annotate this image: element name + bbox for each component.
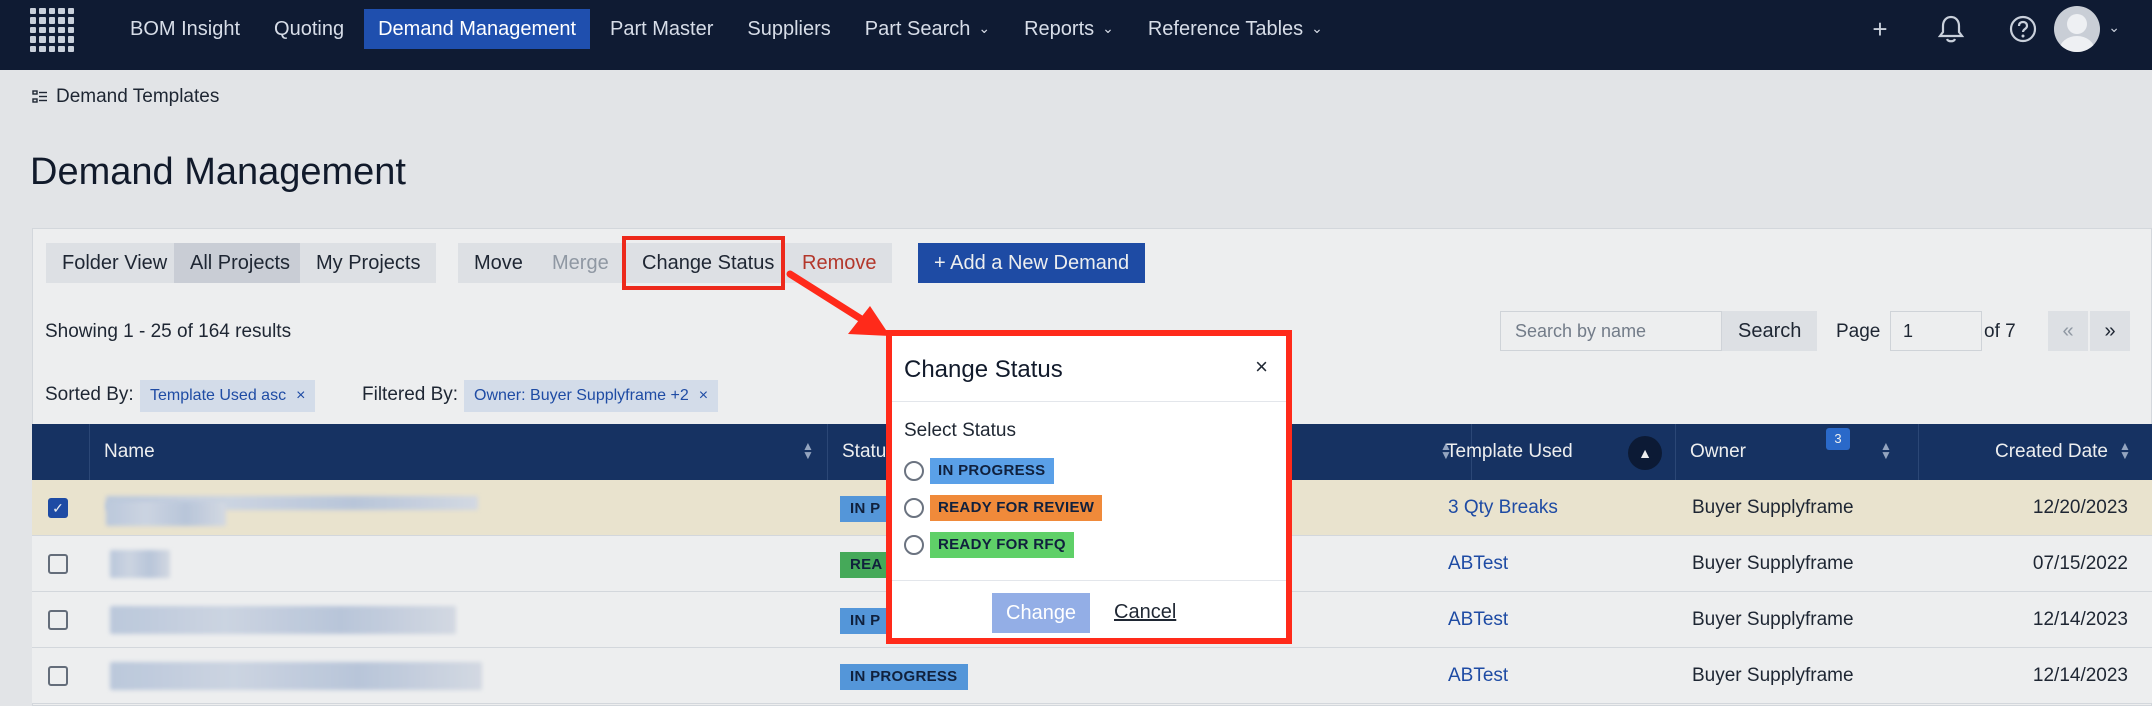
nav-label: Reference Tables: [1147, 18, 1304, 40]
change-status-modal: Change Status × Select Status IN PROGRES…: [886, 330, 1292, 644]
nav-label: Quoting: [274, 18, 345, 40]
nav-label: Suppliers: [747, 18, 831, 40]
select-status-label: Select Status: [904, 420, 1016, 441]
status-badge: IN PROGRESS: [930, 458, 1054, 484]
status-radio[interactable]: [904, 498, 924, 518]
nav-reports[interactable]: Reports ⌄: [1010, 9, 1128, 49]
chevron-down-icon: ⌄: [1102, 20, 1114, 36]
nav-part-search[interactable]: Part Search ⌄: [851, 9, 1004, 49]
annotation-arrow-icon: [786, 270, 890, 336]
status-badge: READY FOR RFQ: [930, 532, 1074, 558]
modal-header: Change Status ×: [892, 336, 1286, 402]
nav-suppliers[interactable]: Suppliers: [733, 9, 844, 49]
nav-label: Reports: [1024, 18, 1095, 40]
change-button[interactable]: Change: [992, 593, 1091, 633]
app-logo-icon[interactable]: [30, 8, 74, 52]
plus-icon[interactable]: +: [1865, 14, 1895, 44]
nav-label: BOM Insight: [130, 18, 241, 40]
top-navbar: BOM Insight Quoting Demand Management Pa…: [0, 0, 2152, 70]
nav-label: Demand Management: [378, 18, 576, 40]
cancel-button[interactable]: Cancel: [1114, 601, 1176, 624]
nav-label: Part Master: [610, 18, 714, 40]
status-option-in-progress[interactable]: IN PROGRESS: [904, 458, 1054, 484]
nav-bom-insight[interactable]: BOM Insight: [116, 9, 254, 49]
status-option-ready-for-rfq[interactable]: READY FOR RFQ: [904, 532, 1074, 558]
modal-footer: Change Cancel: [892, 580, 1286, 644]
close-icon[interactable]: ×: [1255, 354, 1268, 380]
nav-demand-management[interactable]: Demand Management: [364, 9, 590, 49]
status-radio[interactable]: [904, 461, 924, 481]
nav-quoting[interactable]: Quoting: [260, 9, 358, 49]
chevron-down-icon[interactable]: ⌄: [2108, 19, 2120, 36]
main-nav: BOM Insight Quoting Demand Management Pa…: [116, 0, 1343, 58]
help-icon[interactable]: [2008, 14, 2038, 44]
bell-icon[interactable]: [1936, 14, 1966, 44]
status-option-ready-for-review[interactable]: READY FOR REVIEW: [904, 495, 1103, 521]
status-badge: READY FOR REVIEW: [930, 495, 1103, 521]
chevron-down-icon: ⌄: [978, 20, 991, 36]
nav-label: Part Search: [864, 18, 971, 40]
status-radio[interactable]: [904, 535, 924, 555]
nav-reference-tables[interactable]: Reference Tables ⌄: [1134, 9, 1337, 49]
modal-title: Change Status: [904, 356, 1063, 383]
avatar[interactable]: [2054, 6, 2100, 52]
chevron-down-icon: ⌄: [1311, 20, 1323, 36]
nav-part-master[interactable]: Part Master: [596, 9, 727, 49]
